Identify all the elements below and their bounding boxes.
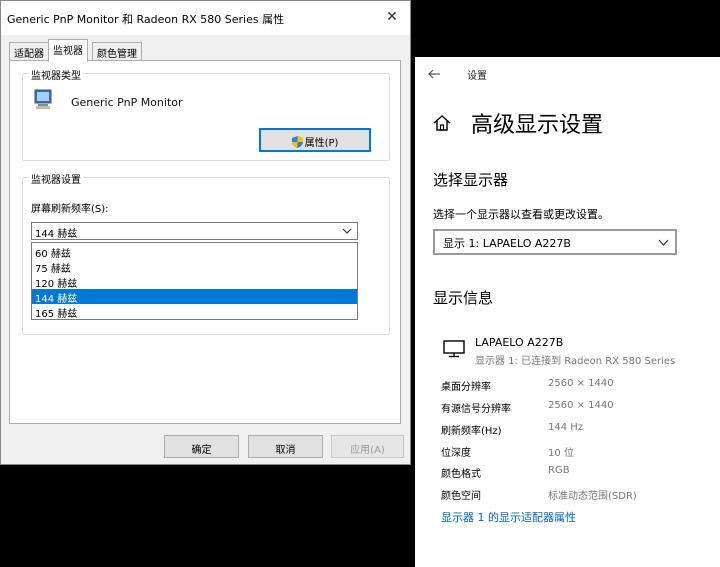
display-monitor-name: LAPAELO A227B: [475, 336, 564, 349]
refresh-rate-label: 屏幕刷新频率(S):: [31, 204, 109, 215]
info-row-desktop-resolution: 桌面分辨率 2560 × 1440: [441, 378, 720, 394]
tab-adapter[interactable]: 适配器: [9, 42, 49, 61]
refresh-option-120[interactable]: 120 赫兹: [32, 274, 357, 290]
monitor-icon: [34, 89, 52, 109]
home-icon: [433, 115, 451, 131]
monitor-settings-legend: 监视器设置: [29, 171, 83, 186]
tab-panel-monitor: 监视器类型 Generic PnP Monitor 属性(P) 监视器设置 屏幕…: [9, 60, 401, 424]
refresh-option-165[interactable]: 165 赫兹: [32, 304, 357, 320]
info-value: 144 Hz: [548, 422, 584, 433]
display-adapter-properties-link[interactable]: 显示器 1 的显示适配器属性: [441, 509, 576, 525]
info-key: 颜色格式: [441, 469, 481, 480]
properties-button-label: 属性(P): [304, 138, 339, 149]
monitor-type-group: 监视器类型 Generic PnP Monitor 属性(P): [22, 67, 390, 161]
info-key: 有源信号分辨率: [441, 404, 511, 415]
monitor-settings-group: 监视器设置 屏幕刷新频率(S): 144 赫兹 60 赫兹 75 赫兹 120 …: [22, 171, 390, 335]
refresh-rate-select[interactable]: 144 赫兹: [31, 222, 358, 240]
dialog-title-bar[interactable]: Generic PnP Monitor 和 Radeon RX 580 Seri…: [1, 1, 410, 35]
close-icon[interactable]: ✕: [382, 7, 402, 27]
info-row-refresh-rate: 刷新频率(Hz) 144 Hz: [441, 422, 720, 438]
breadcrumb: 设置: [467, 71, 487, 82]
select-display-heading: 选择显示器: [433, 171, 509, 189]
tab-color-management[interactable]: 颜色管理: [92, 42, 142, 61]
display-select[interactable]: 显示 1: LAPAELO A227B: [433, 229, 677, 255]
properties-button[interactable]: 属性(P): [259, 128, 371, 152]
refresh-option-60[interactable]: 60 赫兹: [32, 244, 357, 260]
display-info-heading: 显示信息: [433, 289, 494, 307]
info-value: 标准动态范围(SDR): [548, 491, 637, 502]
info-value: 10 位: [548, 448, 574, 459]
dialog-title: Generic PnP Monitor 和 Radeon RX 580 Seri…: [7, 13, 285, 26]
advanced-display-settings-page: 设置 高级显示设置 选择显示器 选择一个显示器以查看或更改设置。 显示 1: L…: [415, 57, 720, 567]
info-row-active-signal-resolution: 有源信号分辨率 2560 × 1440: [441, 400, 720, 416]
info-row-color-format: 颜色格式 RGB: [441, 465, 720, 481]
cancel-button[interactable]: 取消: [248, 435, 323, 458]
monitor-icon: [443, 340, 465, 358]
chevron-down-icon: [342, 228, 352, 234]
display-monitor-connection: 显示器 1: 已连接到 Radeon RX 580 Series: [475, 356, 676, 367]
refresh-rate-selected-value: 144 赫兹: [35, 229, 78, 240]
ok-button[interactable]: 确定: [164, 435, 239, 458]
info-value: 2560 × 1440: [548, 400, 614, 411]
info-key: 位深度: [441, 448, 471, 459]
info-key: 桌面分辨率: [441, 382, 491, 393]
display-select-value: 显示 1: LAPAELO A227B: [443, 237, 571, 250]
refresh-option-75[interactable]: 75 赫兹: [32, 259, 357, 275]
info-key: 刷新频率(Hz): [441, 426, 502, 437]
info-value: RGB: [548, 465, 570, 476]
info-key: 颜色空间: [441, 491, 481, 502]
info-row-bit-depth: 位深度 10 位: [441, 444, 720, 460]
refresh-option-144[interactable]: 144 赫兹: [32, 289, 357, 305]
monitor-properties-dialog: Generic PnP Monitor 和 Radeon RX 580 Seri…: [0, 0, 411, 465]
back-arrow-icon[interactable]: [427, 67, 441, 81]
tab-monitor[interactable]: 监视器: [48, 39, 88, 62]
page-title: 高级显示设置: [471, 113, 604, 138]
info-value: 2560 × 1440: [548, 378, 614, 389]
monitor-type-legend: 监视器类型: [29, 67, 83, 82]
refresh-rate-options-list: 60 赫兹 75 赫兹 120 赫兹 144 赫兹 165 赫兹: [31, 242, 358, 320]
apply-button[interactable]: 应用(A): [331, 435, 404, 458]
monitor-model-name: Generic PnP Monitor: [71, 96, 183, 109]
shield-icon: [291, 136, 303, 148]
info-row-color-space: 颜色空间 标准动态范围(SDR): [441, 487, 720, 503]
chevron-down-icon: [658, 239, 669, 246]
select-display-description: 选择一个显示器以查看或更改设置。: [433, 208, 609, 221]
